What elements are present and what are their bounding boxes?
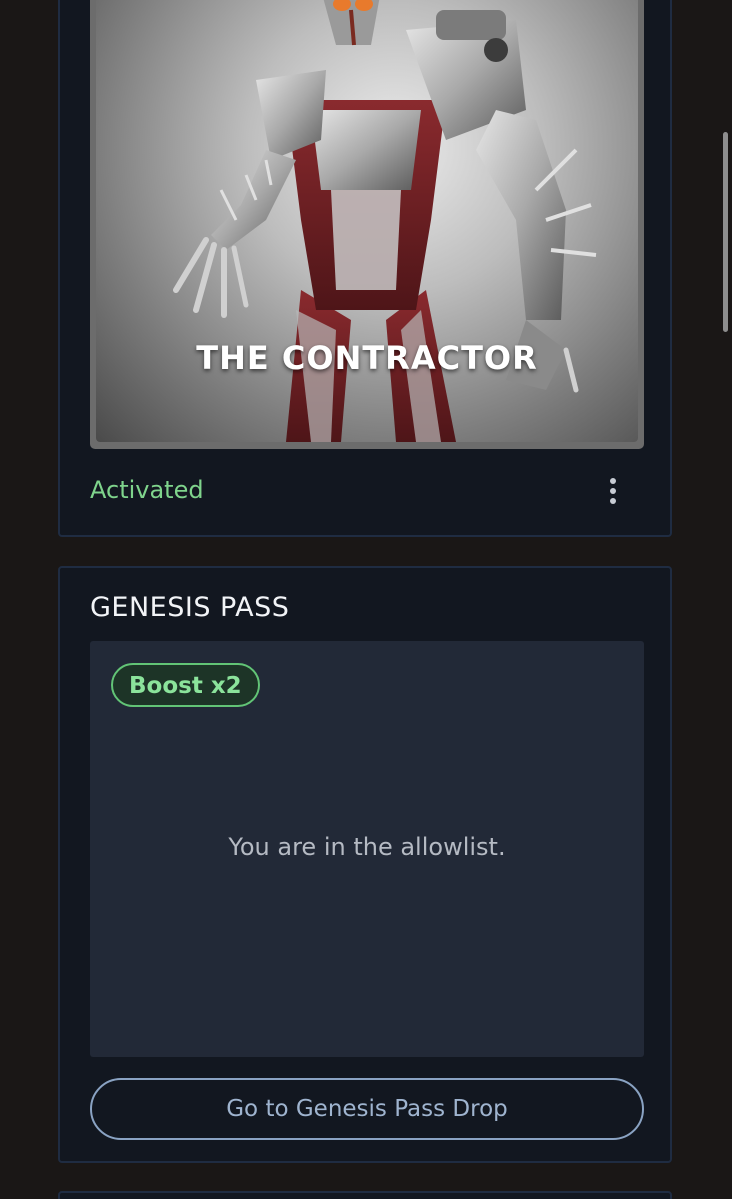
nft-card: THE CONTRACTOR Activated <box>58 0 672 537</box>
page: THE CONTRACTOR Activated GENESIS PASS Bo… <box>0 0 732 1199</box>
genesis-pass-card: GENESIS PASS Boost x2 You are in the all… <box>58 566 672 1163</box>
more-options-icon[interactable] <box>598 474 628 508</box>
go-to-genesis-pass-drop-button[interactable]: Go to Genesis Pass Drop <box>90 1078 644 1140</box>
next-card <box>58 1191 672 1199</box>
dot <box>610 478 616 484</box>
genesis-pass-panel: Boost x2 You are in the allowlist. <box>90 641 644 1057</box>
boost-badge: Boost x2 <box>111 663 260 707</box>
nft-title: THE CONTRACTOR <box>196 339 538 377</box>
dot <box>610 488 616 494</box>
genesis-pass-heading: GENESIS PASS <box>90 592 290 623</box>
dot <box>610 498 616 504</box>
activation-status: Activated <box>90 476 204 504</box>
nft-art-frame[interactable]: THE CONTRACTOR <box>90 0 644 449</box>
scrollbar[interactable] <box>723 132 728 332</box>
allowlist-message: You are in the allowlist. <box>228 833 506 861</box>
